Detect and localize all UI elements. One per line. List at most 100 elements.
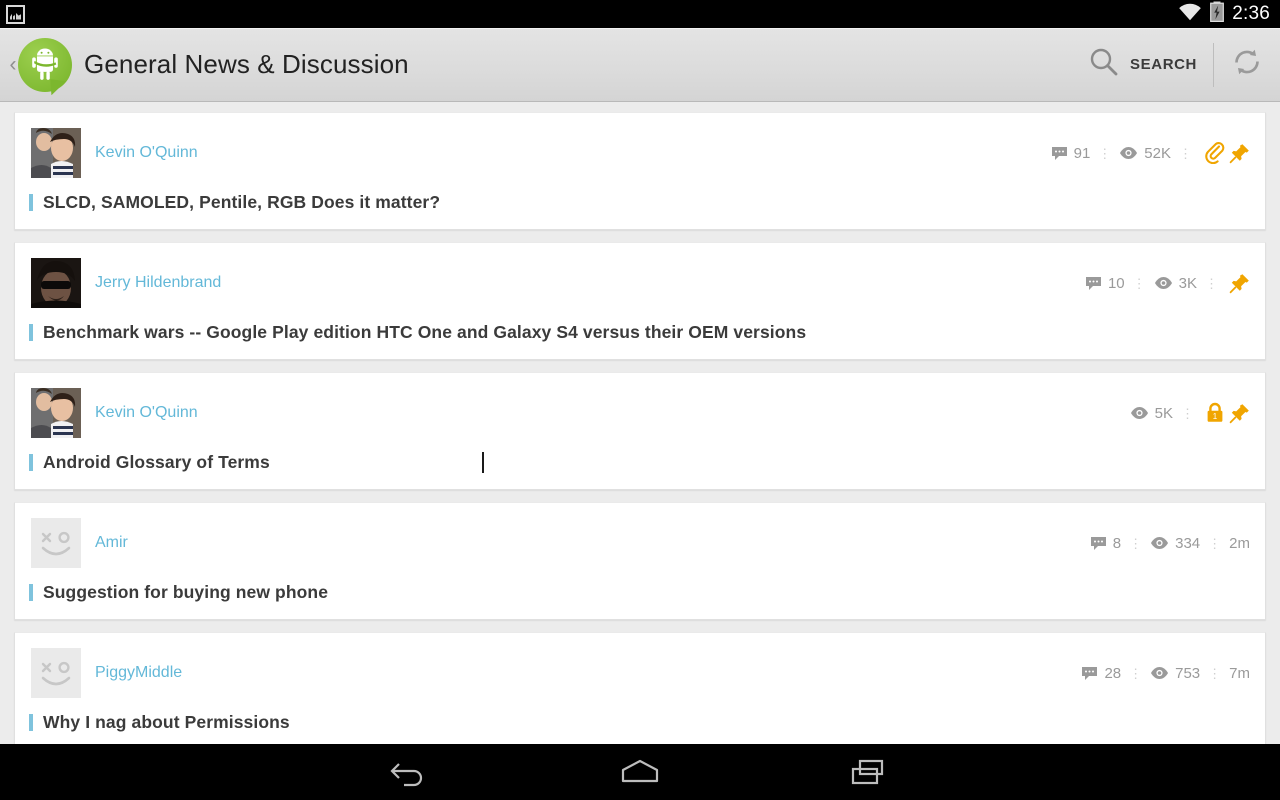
thread-list-item[interactable]: PiggyMiddle 28 ⋮ 753 ⋮ 7m Why I nag abou…	[14, 632, 1266, 744]
action-bar-actions: SEARCH	[1072, 28, 1280, 101]
thread-title-row[interactable]: Benchmark wars -- Google Play edition HT…	[15, 308, 1265, 359]
gallery-icon	[6, 4, 25, 24]
pin-icon	[1225, 142, 1251, 164]
meta-separator: ⋮	[1208, 535, 1222, 551]
avatar[interactable]	[31, 128, 81, 178]
recent-apps-icon	[851, 759, 884, 785]
view-count-group: 334	[1149, 535, 1201, 552]
home-icon	[621, 759, 659, 783]
avatar[interactable]	[31, 648, 81, 698]
comment-icon	[1051, 146, 1067, 160]
avatar[interactable]	[31, 388, 81, 438]
comment-icon	[1082, 666, 1098, 680]
placeholder-avatar-icon	[31, 648, 81, 698]
thread-header-row: Kevin O'Quinn 91 ⋮ 52K ⋮	[15, 113, 1265, 178]
search-button-label: SEARCH	[1130, 56, 1197, 73]
view-count-group: 753	[1149, 665, 1201, 682]
refresh-button[interactable]	[1214, 28, 1280, 101]
view-count: 334	[1175, 534, 1201, 552]
meta-separator: ⋮	[1098, 145, 1112, 161]
nav-home-button[interactable]	[605, 752, 675, 792]
thread-title[interactable]: Android Glossary of Terms	[43, 452, 270, 473]
reply-count-group: 28	[1080, 665, 1122, 682]
view-count-group: 5K	[1129, 405, 1174, 422]
thread-author[interactable]: Kevin O'Quinn	[95, 144, 198, 162]
view-count: 753	[1175, 664, 1201, 682]
nav-back-button[interactable]	[375, 752, 445, 792]
thread-accent-bar	[29, 194, 33, 211]
thread-timestamp: 2m	[1229, 534, 1250, 552]
page-title: General News & Discussion	[84, 49, 409, 79]
thread-meta: 5K ⋮ 1	[1129, 402, 1251, 424]
svg-text:1: 1	[1213, 412, 1218, 421]
thread-author[interactable]: Kevin O'Quinn	[95, 404, 198, 422]
pin-icon	[1225, 272, 1251, 294]
back-arrow-icon	[390, 763, 423, 787]
thread-header-row: Amir 8 ⋮ 334 ⋮ 2m	[15, 503, 1265, 568]
eye-icon	[1154, 277, 1172, 289]
thread-author[interactable]: PiggyMiddle	[95, 664, 182, 682]
thread-meta: 91 ⋮ 52K ⋮	[1050, 142, 1251, 164]
meta-separator: ⋮	[1205, 275, 1218, 291]
search-icon	[1088, 46, 1120, 83]
comment-icon	[1085, 276, 1101, 290]
thread-meta: 8 ⋮ 334 ⋮ 2m	[1089, 535, 1251, 552]
timestamp-group: 7m	[1228, 665, 1251, 682]
view-count-group: 3K	[1153, 275, 1198, 292]
reply-count: 28	[1104, 664, 1122, 682]
reply-count: 91	[1073, 144, 1091, 162]
search-button[interactable]: SEARCH	[1072, 28, 1213, 101]
reply-count-group: 10	[1084, 275, 1126, 292]
thread-title-row[interactable]: Suggestion for buying new phone	[15, 568, 1265, 619]
refresh-icon	[1230, 45, 1264, 84]
thread-title[interactable]: Why I nag about Permissions	[43, 712, 290, 733]
meta-separator: ⋮	[1179, 145, 1192, 161]
android-central-logo-icon[interactable]	[18, 37, 72, 92]
placeholder-avatar-icon	[31, 518, 81, 568]
status-bar-right: 2:36	[1178, 1, 1270, 27]
meta-separator: ⋮	[1208, 665, 1222, 681]
reply-count: 8	[1112, 534, 1122, 552]
thread-title-row[interactable]: Why I nag about Permissions	[15, 698, 1265, 744]
wifi-icon	[1178, 2, 1202, 26]
text-cursor-caret	[482, 452, 484, 473]
reply-count-group: 91	[1050, 145, 1092, 162]
thread-list-item[interactable]: Amir 8 ⋮ 334 ⋮ 2m Suggestion for buying …	[14, 502, 1266, 620]
thread-header-row: Jerry Hildenbrand 10 ⋮ 3K ⋮	[15, 243, 1265, 308]
view-count: 3K	[1178, 274, 1197, 292]
thread-title-row[interactable]: SLCD, SAMOLED, Pentile, RGB Does it matt…	[15, 178, 1265, 229]
eye-icon	[1120, 147, 1138, 159]
avatar-photo	[31, 128, 81, 178]
thread-author[interactable]: Jerry Hildenbrand	[95, 274, 221, 292]
thread-title-row[interactable]: Android Glossary of Terms	[15, 438, 1265, 489]
avatar-photo	[31, 388, 81, 438]
thread-list[interactable]: Kevin O'Quinn 91 ⋮ 52K ⋮ SLCD, SAMOLED, …	[0, 102, 1280, 744]
avatar[interactable]	[31, 518, 81, 568]
avatar[interactable]	[31, 258, 81, 308]
view-count-group: 52K	[1118, 145, 1172, 162]
lock-icon: 1	[1201, 402, 1225, 424]
thread-list-item[interactable]: Kevin O'Quinn 91 ⋮ 52K ⋮ SLCD, SAMOLED, …	[14, 112, 1266, 230]
thread-accent-bar	[29, 584, 33, 601]
thread-accent-bar	[29, 714, 33, 731]
android-robot-icon	[32, 48, 58, 80]
thread-title[interactable]: Suggestion for buying new phone	[43, 582, 328, 603]
attachment-icon	[1199, 142, 1225, 164]
nav-recents-button[interactable]	[835, 752, 905, 792]
status-bar: 2:36	[0, 0, 1280, 28]
view-count: 5K	[1154, 404, 1173, 422]
thread-title[interactable]: Benchmark wars -- Google Play edition HT…	[43, 322, 806, 343]
thread-header-row: Kevin O'Quinn 5K ⋮ 1	[15, 373, 1265, 438]
thread-accent-bar	[29, 324, 33, 341]
thread-meta: 28 ⋮ 753 ⋮ 7m	[1080, 665, 1251, 682]
thread-title[interactable]: SLCD, SAMOLED, Pentile, RGB Does it matt…	[43, 192, 440, 213]
thread-author[interactable]: Amir	[95, 534, 128, 552]
avatar-photo	[31, 258, 81, 308]
meta-separator: ⋮	[1181, 405, 1194, 421]
thread-list-item[interactable]: Jerry Hildenbrand 10 ⋮ 3K ⋮ Benchmark wa…	[14, 242, 1266, 360]
thread-list-item[interactable]: Kevin O'Quinn 5K ⋮ 1 Android Glossary of…	[14, 372, 1266, 490]
status-bar-left	[6, 4, 25, 24]
timestamp-group: 2m	[1228, 535, 1251, 552]
meta-separator: ⋮	[1129, 665, 1143, 681]
eye-icon	[1151, 667, 1169, 679]
